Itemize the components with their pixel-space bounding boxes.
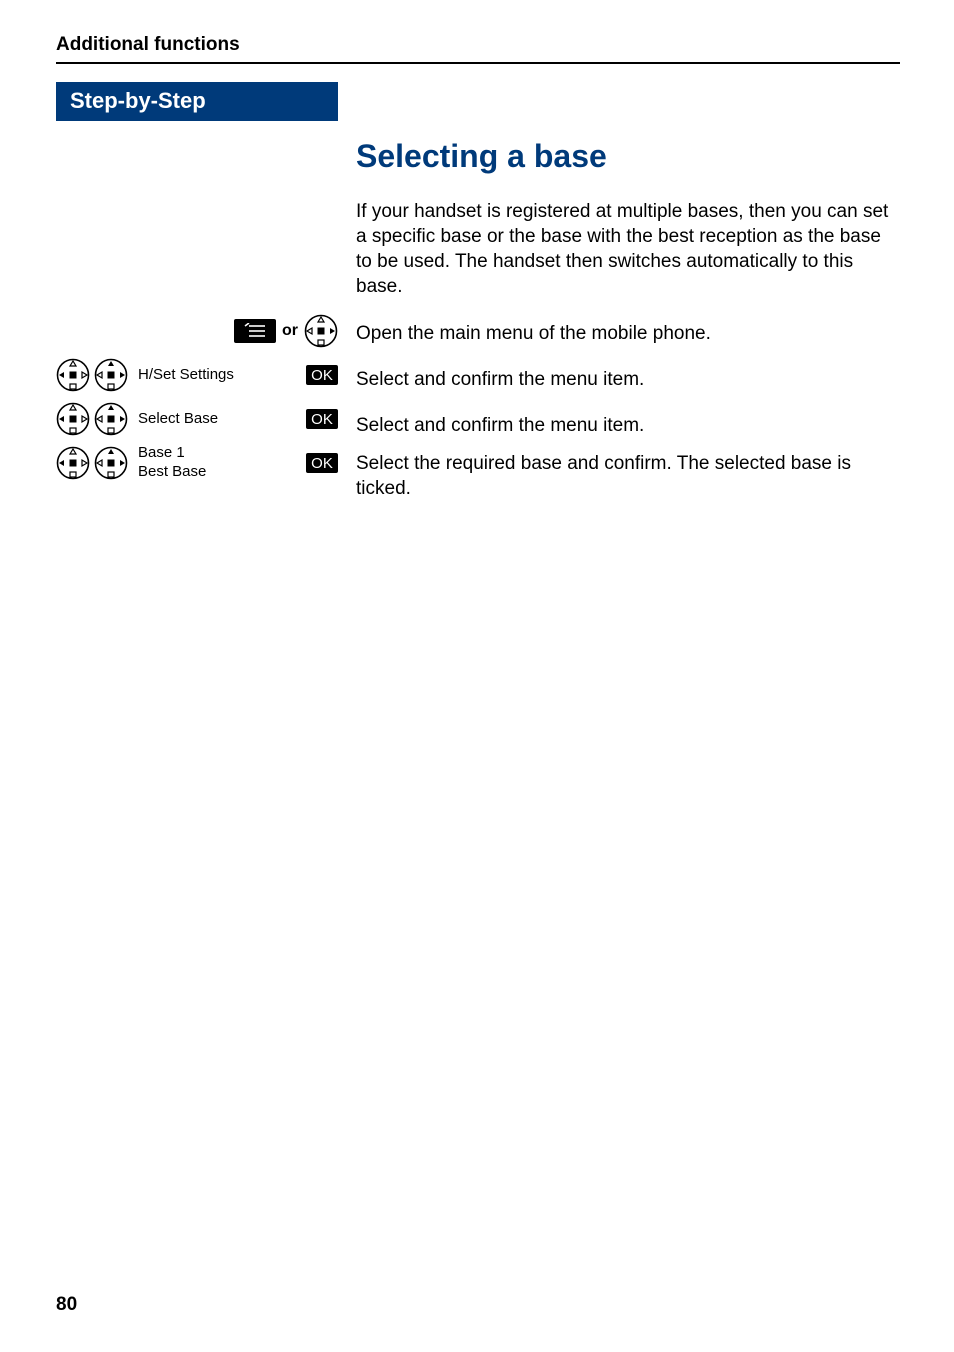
page-title: Selecting a base <box>356 138 900 175</box>
intro-paragraph: If your handset is registered at multipl… <box>356 199 900 299</box>
step-row-select-base: Select Base OK <box>56 399 338 439</box>
page-number: 80 <box>56 1294 77 1316</box>
step-row-hset-settings: H/Set Settings OK <box>56 355 338 395</box>
nav-dpad-up-icon <box>94 446 128 480</box>
section-header: Additional functions <box>56 34 900 64</box>
sidebar-column: Step-by-Step or <box>56 82 338 487</box>
ok-button-icon: OK <box>306 453 338 473</box>
or-label: or <box>282 322 298 340</box>
menu-item-label: H/Set Settings <box>128 366 306 385</box>
menu-item-label: Select Base <box>128 410 306 429</box>
ok-button-icon: OK <box>306 365 338 385</box>
nav-dpad-up-icon <box>94 358 128 392</box>
menu-icon <box>234 319 276 343</box>
instruction-line: Open the main menu of the mobile phone. <box>356 313 900 353</box>
step-by-step-label: Step-by-Step <box>56 82 338 121</box>
nav-dpad-down-icon <box>56 446 90 480</box>
nav-dpad-down-icon <box>56 402 90 436</box>
instruction-line: Select the required base and confirm. Th… <box>356 451 900 501</box>
step-row-base-choice: Base 1 Best Base OK <box>56 443 338 483</box>
nav-dpad-up-icon <box>94 402 128 436</box>
nav-dpad-right-icon <box>304 314 338 348</box>
ok-button-icon: OK <box>306 409 338 429</box>
instruction-line: Select and confirm the menu item. <box>356 359 900 399</box>
content-column: Selecting a base If your handset is regi… <box>356 82 900 507</box>
menu-item-label: Base 1 Best Base <box>128 444 306 482</box>
instruction-line: Select and confirm the menu item. <box>356 405 900 445</box>
step-row-open-menu: or <box>56 311 338 351</box>
nav-dpad-down-icon <box>56 358 90 392</box>
